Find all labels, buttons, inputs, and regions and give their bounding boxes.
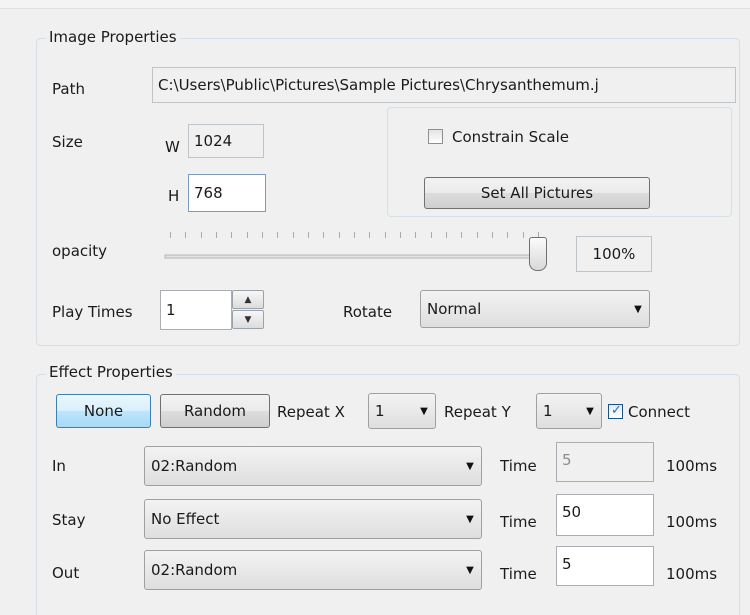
height-field[interactable]: 768 xyxy=(188,174,266,212)
effect-stay-dropdown[interactable]: No Effect ▼ xyxy=(144,499,482,539)
spin-down-icon[interactable]: ▼ xyxy=(232,310,264,329)
path-field[interactable]: C:\Users\Public\Pictures\Sample Pictures… xyxy=(152,67,736,103)
play-times-field[interactable]: 1 xyxy=(160,290,232,330)
chevron-down-icon: ▼ xyxy=(466,460,474,472)
repeat-y-dropdown[interactable]: 1 ▼ xyxy=(536,393,602,429)
opacity-value-field: 100% xyxy=(576,236,652,272)
unit-label-stay: 100ms xyxy=(666,513,718,531)
opacity-label: opacity xyxy=(52,242,108,260)
opacity-slider[interactable] xyxy=(164,226,562,278)
image-properties-title: Image Properties xyxy=(46,27,180,47)
chevron-down-icon: ▼ xyxy=(586,405,594,417)
rotate-value: Normal xyxy=(427,300,482,318)
constrain-scale-checkbox[interactable] xyxy=(428,129,443,144)
top-separator xyxy=(0,0,750,9)
rotate-label: Rotate xyxy=(343,303,393,321)
repeat-y-value: 1 xyxy=(543,402,553,420)
constrain-scale-label[interactable]: Constrain Scale xyxy=(452,127,569,147)
chevron-down-icon: ▼ xyxy=(466,513,474,525)
play-times-spinner[interactable]: ▲ ▼ xyxy=(232,290,266,330)
spin-up-icon[interactable]: ▲ xyxy=(232,290,264,309)
slider-track xyxy=(164,254,546,259)
time-label-out: Time xyxy=(500,565,537,583)
time-out-field[interactable]: 5 xyxy=(556,546,654,586)
unit-label-in: 100ms xyxy=(666,457,718,475)
effect-row-label-stay: Stay xyxy=(52,511,86,529)
repeat-y-label: Repeat Y xyxy=(444,403,511,421)
repeat-x-label: Repeat X xyxy=(277,403,345,421)
random-button[interactable]: Random xyxy=(160,394,270,428)
chevron-down-icon: ▼ xyxy=(420,405,428,417)
path-label: Path xyxy=(52,80,85,98)
time-stay-field[interactable]: 50 xyxy=(556,494,654,536)
chevron-down-icon: ▼ xyxy=(634,303,642,315)
chevron-down-icon: ▼ xyxy=(466,564,474,576)
repeat-x-value: 1 xyxy=(375,402,385,420)
width-label: W xyxy=(165,138,180,156)
slider-ticks xyxy=(164,232,546,259)
effect-out-value: 02:Random xyxy=(151,561,238,579)
effect-out-dropdown[interactable]: 02:Random ▼ xyxy=(144,550,482,590)
connect-checkbox[interactable]: ✓ xyxy=(608,403,623,419)
effect-properties-title: Effect Properties xyxy=(46,362,176,382)
width-field[interactable]: 1024 xyxy=(188,124,264,158)
repeat-x-dropdown[interactable]: 1 ▼ xyxy=(368,393,436,429)
effect-in-dropdown[interactable]: 02:Random ▼ xyxy=(144,446,482,486)
slider-thumb-icon[interactable] xyxy=(529,237,547,271)
effect-stay-value: No Effect xyxy=(151,510,220,528)
set-all-pictures-button[interactable]: Set All Pictures xyxy=(424,177,650,209)
size-label: Size xyxy=(52,133,83,151)
effect-in-value: 02:Random xyxy=(151,457,238,475)
time-label-in: Time xyxy=(500,457,537,475)
height-label: H xyxy=(168,187,180,205)
time-in-field: 5 xyxy=(556,442,654,482)
effect-row-label-in: In xyxy=(52,457,66,475)
play-times-label: Play Times xyxy=(52,303,133,321)
none-button[interactable]: None xyxy=(56,394,151,428)
rotate-dropdown[interactable]: Normal ▼ xyxy=(420,290,650,328)
connect-label[interactable]: Connect xyxy=(628,402,690,422)
effect-row-label-out: Out xyxy=(52,564,80,582)
time-label-stay: Time xyxy=(500,513,537,531)
checkmark-icon: ✓ xyxy=(611,403,622,418)
unit-label-out: 100ms xyxy=(666,565,718,583)
